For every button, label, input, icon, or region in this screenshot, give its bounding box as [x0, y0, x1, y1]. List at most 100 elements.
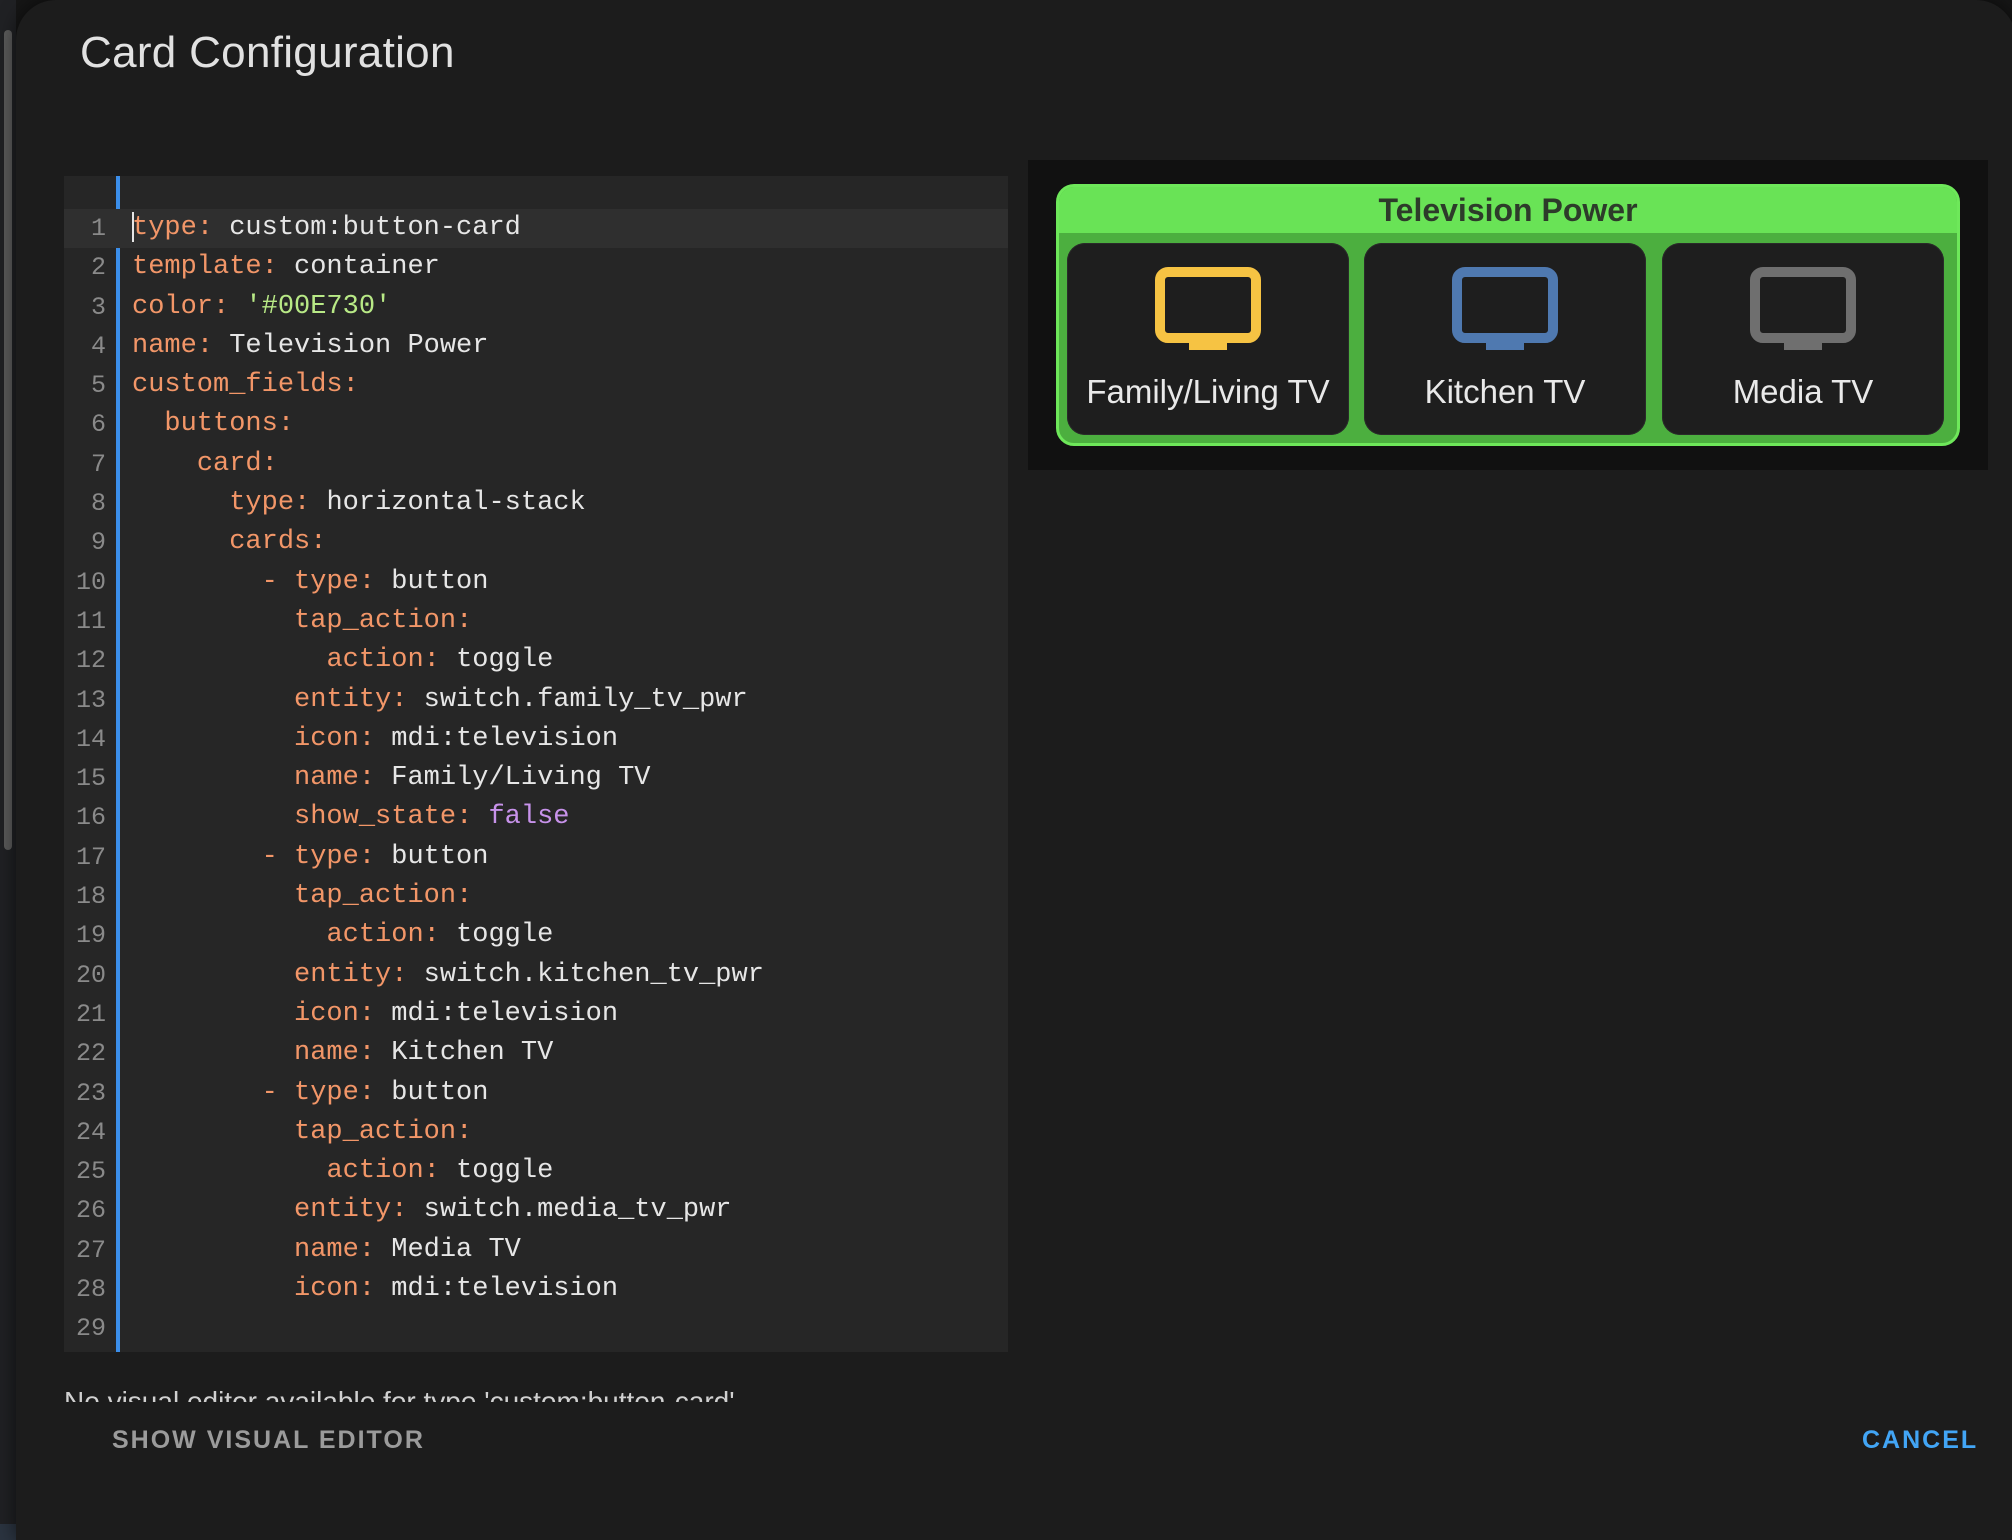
code-text: name: Kitchen TV	[132, 1034, 553, 1073]
code-line[interactable]: 15 name: Family/Living TV	[64, 759, 1008, 798]
yaml-colon: :	[261, 252, 278, 283]
code-text: tap_action:	[132, 602, 472, 641]
show-visual-editor-button[interactable]: SHOW VISUAL EDITOR	[112, 1426, 425, 1455]
code-line[interactable]: 17 - type: button	[64, 838, 1008, 877]
code-line[interactable]: 7 card:	[64, 445, 1008, 484]
yaml-key: type	[294, 1077, 359, 1108]
television-icon	[1452, 267, 1558, 350]
yaml-key: name	[294, 763, 359, 794]
code-line[interactable]: 29	[64, 1309, 1008, 1348]
code-line[interactable]: 22 name: Kitchen TV	[64, 1034, 1008, 1073]
yaml-value: '#00E730'	[245, 291, 392, 322]
yaml-colon: :	[342, 370, 359, 401]
code-line[interactable]: 2 template: container	[64, 248, 1008, 287]
code-line[interactable]: 14 icon: mdi:television	[64, 720, 1008, 759]
cancel-button[interactable]: CANCEL	[1862, 1426, 1978, 1455]
code-line[interactable]: 16 show_state: false	[64, 798, 1008, 837]
yaml-key: name	[294, 1038, 359, 1069]
yaml-value: Kitchen TV	[391, 1038, 554, 1069]
code-line[interactable]: 19 action: toggle	[64, 916, 1008, 955]
television-icon	[1750, 267, 1856, 350]
yaml-colon: :	[310, 527, 327, 558]
yaml-value: button	[391, 1077, 489, 1108]
code-line[interactable]: 20 entity: switch.kitchen_tv_pwr	[64, 956, 1008, 995]
media-tv-button[interactable]: Media TV	[1662, 243, 1944, 435]
yaml-colon: :	[358, 1234, 376, 1265]
kitchen-tv-label: Kitchen TV	[1424, 373, 1586, 410]
code-line[interactable]: 6 buttons:	[64, 405, 1008, 444]
yaml-key: type	[294, 841, 359, 872]
code-line[interactable]: 3 color: '#00E730'	[64, 288, 1008, 327]
television-power-container-card: Television Power Family/Living TV Kitche…	[1056, 184, 1960, 446]
code-text: tap_action:	[132, 1113, 472, 1152]
yaml-key: buttons	[164, 409, 278, 440]
yaml-key: icon	[294, 1274, 359, 1305]
yaml-colon: :	[391, 959, 408, 990]
yaml-colon: :	[391, 684, 408, 715]
code-line[interactable]: 5 custom_fields:	[64, 366, 1008, 405]
code-line[interactable]: 23 - type: button	[64, 1074, 1008, 1113]
code-text: type: horizontal-stack	[132, 484, 585, 523]
family-living-tv-button[interactable]: Family/Living TV	[1067, 243, 1349, 435]
line-number: 4	[90, 331, 106, 361]
code-line[interactable]: 26 entity: switch.media_tv_pwr	[64, 1191, 1008, 1230]
line-number: 28	[75, 1275, 106, 1305]
yaml-value: toggle	[456, 1156, 554, 1187]
yaml-value: switch.media_tv_pwr	[423, 1195, 732, 1226]
yaml-colon: :	[358, 841, 376, 872]
yaml-code-editor[interactable]: 1 type: custom:button-card 2 template: cont…	[64, 176, 1008, 1352]
code-line[interactable]: 4 name: Television Power	[64, 327, 1008, 366]
code-line[interactable]: 25 action: toggle	[64, 1152, 1008, 1191]
yaml-value: custom:button-card	[229, 213, 521, 243]
code-line[interactable]: 10 - type: button	[64, 563, 1008, 602]
line-number: 1	[90, 214, 106, 243]
yaml-colon: :	[358, 998, 376, 1029]
yaml-key: action	[326, 1156, 424, 1187]
line-number: 13	[75, 685, 106, 715]
code-text: color: '#00E730'	[132, 288, 391, 327]
code-line[interactable]: 9 cards:	[64, 523, 1008, 562]
code-lines[interactable]: 1 type: custom:button-card 2 template: cont…	[64, 209, 1008, 1349]
code-line[interactable]: 12 action: toggle	[64, 641, 1008, 680]
code-line[interactable]: 1 type: custom:button-card	[64, 209, 1008, 249]
line-number: 8	[90, 489, 106, 519]
code-line[interactable]: 13 entity: switch.family_tv_pwr	[64, 681, 1008, 720]
yaml-colon: :	[277, 409, 295, 440]
code-line[interactable]: 11 tap_action:	[64, 602, 1008, 641]
code-text: template: container	[132, 248, 440, 287]
code-line[interactable]: 27 name: Media TV	[64, 1231, 1008, 1270]
yaml-key: entity	[294, 1195, 392, 1226]
yaml-value: button	[391, 566, 489, 597]
yaml-colon: :	[358, 1038, 376, 1069]
code-line[interactable]: 28 icon: mdi:television	[64, 1270, 1008, 1309]
code-text: action: toggle	[132, 641, 553, 680]
kitchen-tv-button[interactable]: Kitchen TV	[1364, 243, 1646, 435]
no-visual-editor-notice: No visual editor available for type 'cus…	[64, 1386, 735, 1402]
code-text: action: toggle	[132, 1152, 553, 1191]
code-text: icon: mdi:television	[132, 720, 618, 759]
yaml-key: icon	[294, 998, 359, 1029]
yaml-key: name	[132, 330, 197, 361]
yaml-value: switch.kitchen_tv_pwr	[423, 959, 764, 990]
page-scrollbar[interactable]	[4, 30, 12, 850]
yaml-key: entity	[294, 684, 392, 715]
code-text: entity: switch.media_tv_pwr	[132, 1191, 732, 1230]
yaml-colon: :	[391, 1195, 408, 1226]
yaml-colon: :	[423, 1156, 440, 1187]
code-line[interactable]: 8 type: horizontal-stack	[64, 484, 1008, 523]
code-line[interactable]: 18 tap_action:	[64, 877, 1008, 916]
code-line[interactable]: 24 tap_action:	[64, 1113, 1008, 1152]
line-number: 9	[90, 528, 106, 558]
yaml-colon: :	[423, 645, 440, 676]
code-line[interactable]: 21 icon: mdi:television	[64, 995, 1008, 1034]
family-living-tv-label: Family/Living TV	[1086, 373, 1330, 410]
